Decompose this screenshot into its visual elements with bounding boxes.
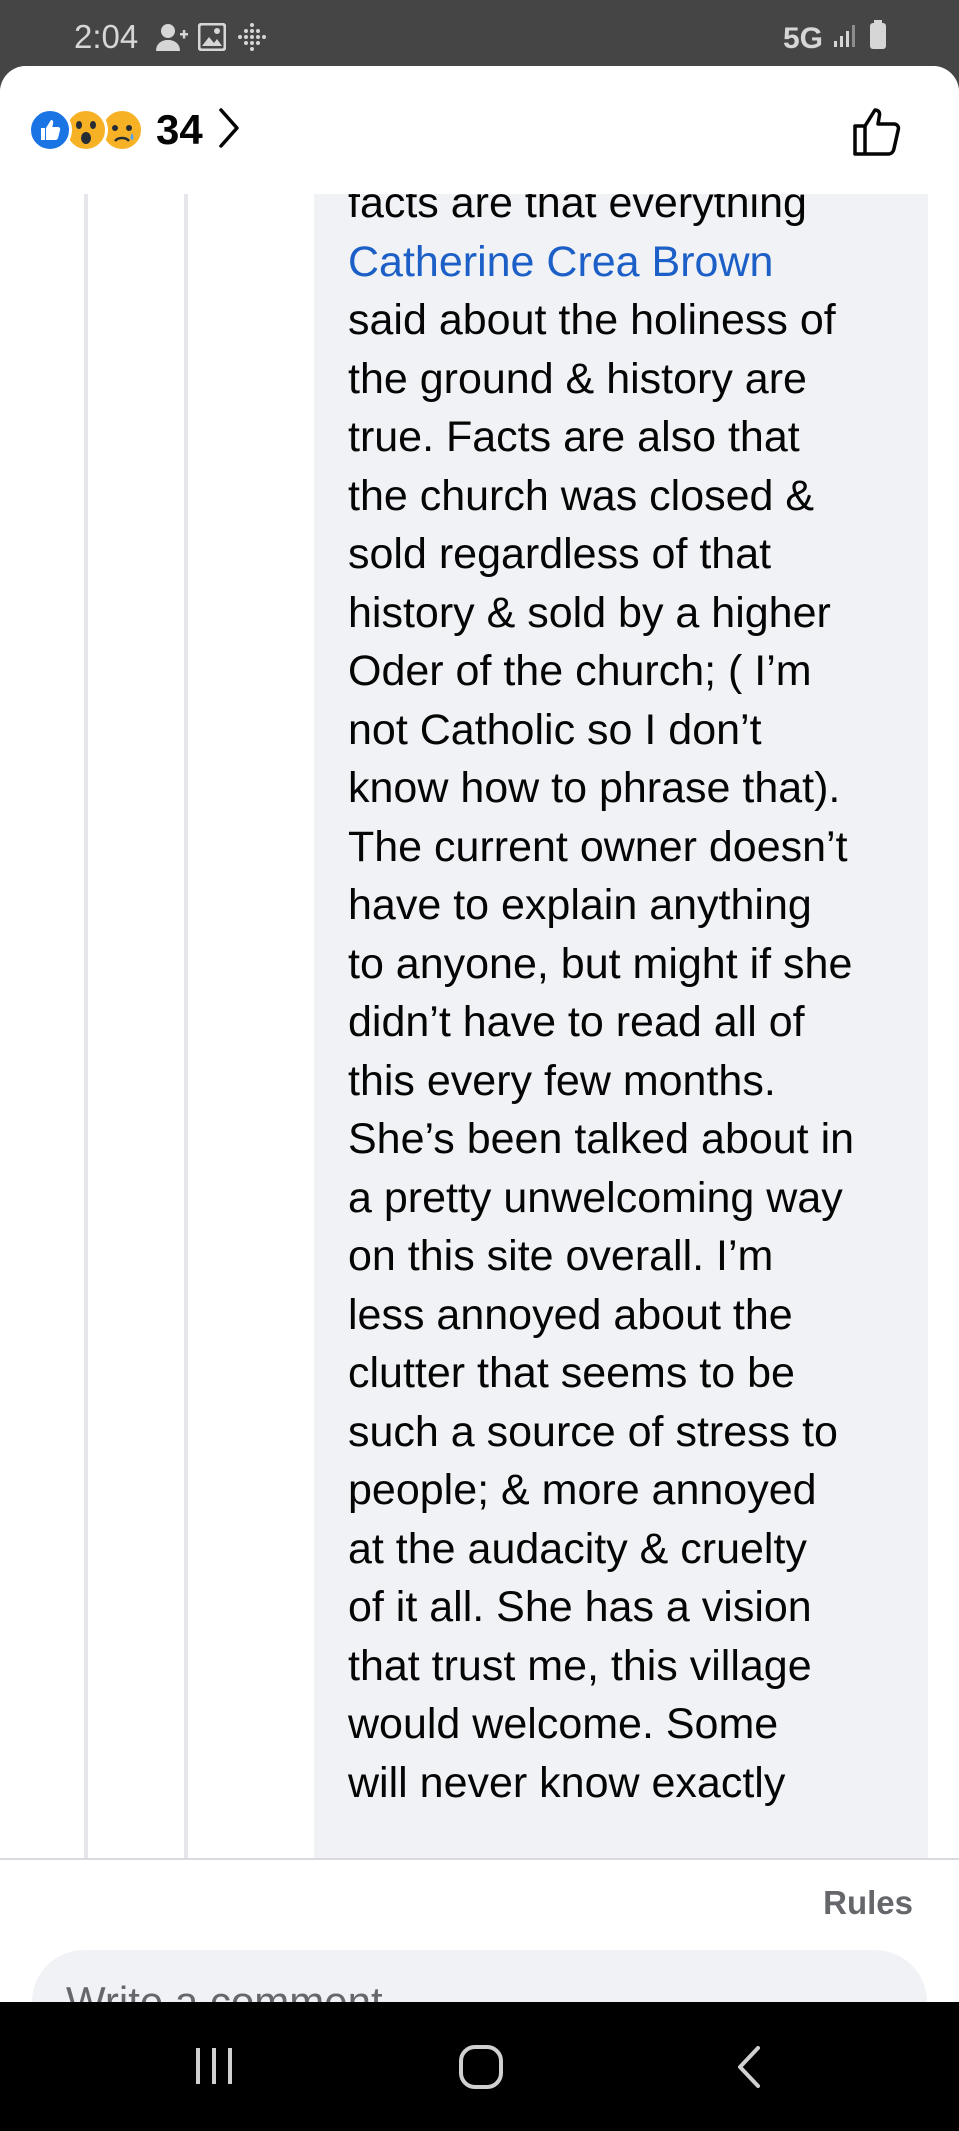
chevron-right-icon (217, 107, 241, 154)
rules-link[interactable]: Rules (823, 1884, 913, 1922)
comment-text: facts are that everything Catherine Crea… (348, 194, 928, 1812)
like-button[interactable] (851, 104, 905, 163)
thumbs-up-icon (853, 108, 901, 156)
comment-text-after: said about the holiness of the ground & … (348, 296, 855, 1807)
comment-bubble: facts are that everything Catherine Crea… (314, 194, 928, 1858)
reaction-count: 34 (156, 106, 203, 153)
network-label: 5G (782, 22, 823, 55)
navigation-bar (0, 2002, 959, 2131)
dots-grid-icon (236, 22, 268, 57)
thread-line-outer (84, 194, 88, 1858)
status-left-icons (154, 22, 268, 57)
person-add-icon (154, 22, 188, 57)
sheet-header: 34 (0, 66, 959, 194)
image-icon (197, 22, 227, 56)
comment-placeholder: Write a comment… (66, 1978, 425, 2002)
status-time: 2:04 (74, 18, 139, 55)
comment-text-before: facts are that everything (348, 194, 807, 227)
signal-icon (833, 22, 859, 56)
mention-link[interactable]: Catherine Crea Brown (348, 238, 773, 286)
status-right: 5G (783, 20, 887, 58)
recent-apps-icon (196, 2048, 232, 2084)
back-button[interactable] (734, 2044, 764, 2095)
thread-line-inner (184, 194, 188, 1858)
comments-sheet: 34 facts are that everything Catherine C… (0, 66, 959, 2002)
reactions-summary[interactable]: 34 (28, 106, 241, 154)
recent-apps-button[interactable] (192, 2044, 236, 2093)
comment-footer: Rules Write a comment… (0, 1858, 959, 2002)
battery-icon (869, 20, 887, 58)
back-icon (738, 2046, 760, 2088)
home-icon (459, 2045, 503, 2089)
home-button[interactable] (458, 2044, 504, 2095)
status-bar: 2:04 5G (0, 0, 959, 66)
like-reaction-icon (28, 108, 72, 152)
comment-input[interactable]: Write a comment… (32, 1950, 927, 2002)
